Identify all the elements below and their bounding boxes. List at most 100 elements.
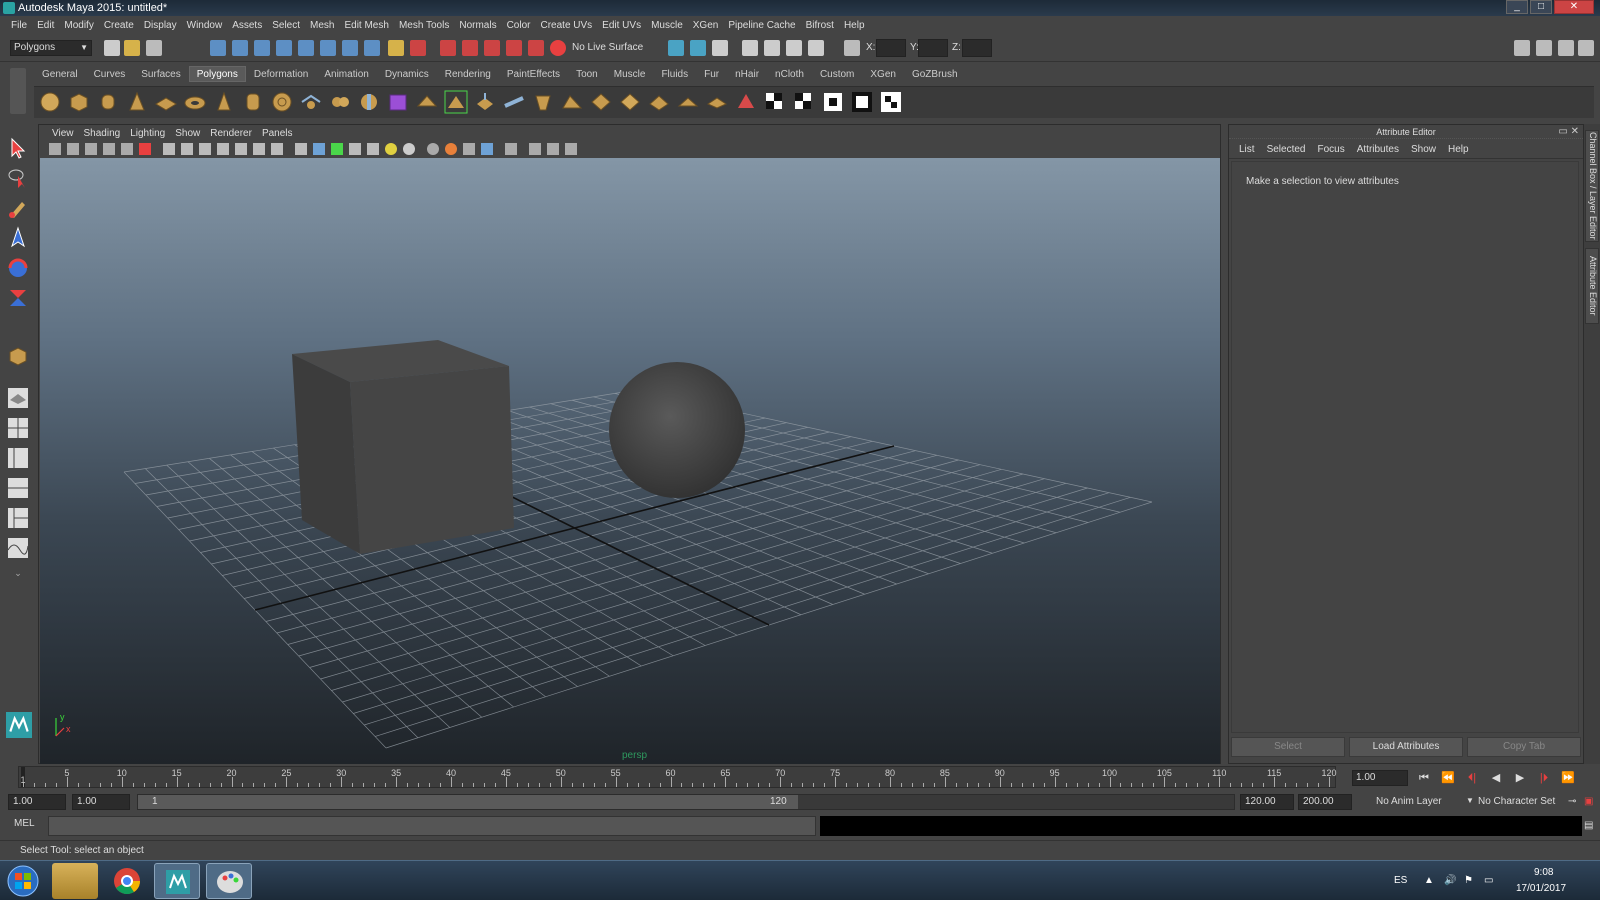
x-coord-field[interactable]	[876, 39, 906, 57]
xray-joints-icon[interactable]	[529, 143, 541, 155]
anti-aliasing-icon[interactable]	[463, 143, 475, 155]
select-by-component-icon[interactable]	[254, 40, 270, 56]
menu-assets[interactable]: Assets	[227, 16, 267, 36]
last-tool-icon[interactable]	[6, 344, 30, 368]
menu-muscle[interactable]: Muscle	[646, 16, 688, 36]
step-back-key-button[interactable]: ⏪	[1438, 770, 1458, 786]
shelf-tab-animation[interactable]: Animation	[316, 66, 376, 82]
poly-helix-icon[interactable]	[270, 90, 294, 114]
poly-cone-icon[interactable]	[125, 90, 149, 114]
select-by-object-icon[interactable]	[232, 40, 248, 56]
help-icon[interactable]	[364, 40, 380, 56]
current-frame-field[interactable]: 1.00	[1352, 770, 1408, 786]
render-frame-icon[interactable]	[484, 40, 500, 56]
attr-menu-list[interactable]: List	[1233, 141, 1261, 158]
animation-start-field[interactable]: 1.00	[8, 794, 66, 810]
attr-menu-help[interactable]: Help	[1442, 141, 1475, 158]
uv-editor-icon[interactable]	[879, 90, 903, 114]
range-bar[interactable]: 1 120	[137, 794, 1235, 810]
append-polygon-icon[interactable]	[531, 90, 555, 114]
viewport-menu-shading[interactable]: Shading	[79, 128, 126, 139]
playback-end-field[interactable]: 120.00	[1240, 794, 1294, 810]
chevron-down-icon[interactable]: ▼	[1466, 796, 1474, 805]
grid-toggle-icon[interactable]	[163, 143, 175, 155]
uv-unfold-icon[interactable]	[821, 90, 845, 114]
play-forwards-button[interactable]: ▶	[1510, 770, 1530, 786]
poly-sphere-icon[interactable]	[38, 90, 62, 114]
bevel-icon[interactable]	[647, 90, 671, 114]
menu-create-uvs[interactable]: Create UVs	[535, 16, 597, 36]
move-tool-icon[interactable]	[6, 226, 30, 250]
image-plane-icon[interactable]	[103, 143, 115, 155]
shelf-tab-polygons[interactable]: Polygons	[188, 66, 246, 82]
poly-prism-icon[interactable]	[212, 90, 236, 114]
isolate-select-icon[interactable]	[505, 143, 517, 155]
start-button-icon[interactable]	[6, 864, 40, 898]
language-indicator[interactable]: ES	[1394, 875, 1407, 886]
viewport-menu-view[interactable]: View	[47, 128, 79, 139]
cylindrical-mapping-icon[interactable]	[705, 90, 729, 114]
construction-history-icon[interactable]	[440, 40, 456, 56]
menu-window[interactable]: Window	[182, 16, 228, 36]
panel-layout-icon[interactable]	[1558, 40, 1574, 56]
shelf-tab-toon[interactable]: Toon	[568, 66, 606, 82]
anim-layer-dropdown[interactable]: No Anim Layer	[1376, 796, 1442, 807]
film-gate-icon[interactable]	[181, 143, 193, 155]
poly-torus-icon[interactable]	[183, 90, 207, 114]
persp-outliner-layout-icon[interactable]	[6, 446, 30, 470]
menu-display[interactable]: Display	[139, 16, 182, 36]
split-polygon-icon[interactable]	[560, 90, 584, 114]
persp-graph-layout-icon[interactable]	[6, 476, 30, 500]
network-icon[interactable]: ▭	[1484, 875, 1493, 886]
clock-date[interactable]: 17/01/2017	[1516, 883, 1566, 894]
share-icon[interactable]	[565, 143, 577, 155]
menu-normals[interactable]: Normals	[454, 16, 501, 36]
panel-float-close-icons[interactable]: ▭ ✕	[1558, 126, 1579, 137]
step-back-frame-button[interactable]: ⏴|	[1462, 770, 1482, 786]
scale-tool-icon[interactable]	[6, 286, 30, 310]
insert-edge-loop-icon[interactable]	[589, 90, 613, 114]
attr-menu-show[interactable]: Show	[1405, 141, 1442, 158]
chrome-icon[interactable]	[104, 863, 150, 899]
character-set-dropdown[interactable]: No Character Set	[1478, 796, 1555, 807]
smooth-shade-icon[interactable]	[313, 143, 325, 155]
shelf-tab-general[interactable]: General	[34, 66, 86, 82]
shelf-tab-xgen[interactable]: XGen	[862, 66, 904, 82]
attribute-editor-tab[interactable]: Attribute Editor	[1585, 248, 1599, 324]
poly-cylinder-icon[interactable]	[96, 90, 120, 114]
menu-help[interactable]: Help	[839, 16, 870, 36]
input-line-icon[interactable]	[668, 40, 684, 56]
four-view-layout-icon[interactable]	[6, 416, 30, 440]
paint-select-tool-icon[interactable]	[6, 196, 30, 220]
menu-select[interactable]: Select	[267, 16, 305, 36]
shelf-tab-rendering[interactable]: Rendering	[437, 66, 499, 82]
uv-cut-icon[interactable]	[850, 90, 874, 114]
maya-taskbar-icon[interactable]	[154, 863, 200, 899]
attr-menu-attributes[interactable]: Attributes	[1351, 141, 1405, 158]
action-center-flag-icon[interactable]: ⚑	[1464, 875, 1473, 886]
cube-mesh[interactable]	[292, 340, 514, 554]
wireframe-shading-icon[interactable]	[295, 143, 307, 155]
snap-grid-icon[interactable]	[276, 40, 292, 56]
show-hide-panels-icon[interactable]	[1536, 40, 1552, 56]
uv-checker-icon[interactable]	[763, 90, 787, 114]
extract-icon[interactable]	[357, 90, 381, 114]
ambient-occlusion-icon[interactable]	[427, 143, 439, 155]
resolution-gate-icon[interactable]	[199, 143, 211, 155]
shelf-tab-ncloth[interactable]: nCloth	[767, 66, 812, 82]
shelf-tab-curves[interactable]: Curves	[86, 66, 134, 82]
motion-blur-icon[interactable]	[445, 143, 457, 155]
xray-active-icon[interactable]	[547, 143, 559, 155]
y-coord-field[interactable]	[918, 39, 948, 57]
uv-layout-icon[interactable]	[792, 90, 816, 114]
copy-tab-button[interactable]: Copy Tab	[1467, 737, 1581, 757]
select-by-hierarchy-icon[interactable]	[210, 40, 226, 56]
attr-menu-focus[interactable]: Focus	[1311, 141, 1350, 158]
attr-menu-selected[interactable]: Selected	[1261, 141, 1312, 158]
file-explorer-icon[interactable]	[52, 863, 98, 899]
tool-settings-toggle-icon[interactable]	[742, 40, 758, 56]
smooth-icon[interactable]	[386, 90, 410, 114]
menu-mesh-tools[interactable]: Mesh Tools	[394, 16, 454, 36]
viewport-menu-lighting[interactable]: Lighting	[125, 128, 170, 139]
shelf-options-icon[interactable]	[10, 68, 26, 114]
